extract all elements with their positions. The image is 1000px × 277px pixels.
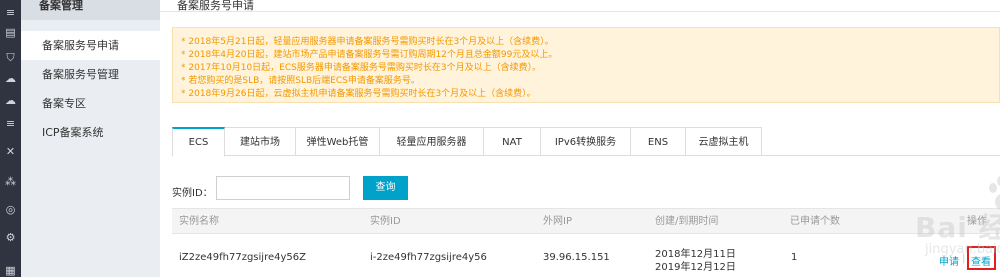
notice-line: * 2017年10月10日起，ECS服务器申请备案服务号需购买时长在3个月及以上… xyxy=(181,63,542,73)
main-panel: 备案服务号申请 * 2018年5月21日起，轻量应用服务器申请备案服务号需购买时… xyxy=(160,0,1000,277)
notice-line: * 若您购买的是SLB，请按照SLB后端ECS申请备案服务号。 xyxy=(181,76,420,86)
sidebar-item-zone[interactable]: 备案专区 xyxy=(21,89,160,118)
grid-icon[interactable]: ▦ xyxy=(4,264,17,277)
menu-icon[interactable]: ≡ xyxy=(4,6,17,19)
instance-name: iZ2ze49fh77zgsijre4y56Z xyxy=(179,252,306,263)
product-tabs: ECS 建站市场 弹性Web托管 轻量应用服务器 NAT IPv6转换服务 EN… xyxy=(172,127,1000,157)
instance-id-input[interactable] xyxy=(216,176,350,200)
sidebar-title: 备案管理 xyxy=(39,0,83,12)
watermark-brand: Bai 经验 xyxy=(915,211,1000,244)
tab-ecs[interactable]: ECS xyxy=(172,127,225,157)
sidebar: 备案管理 备案服务号申请 备案服务号管理 备案专区 ICP备案系统 xyxy=(21,0,160,277)
notice-line: * 2018年9月26日起，云虚拟主机申请备案服务号需购买时长在3个月及以上（含… xyxy=(181,89,536,99)
public-ip: 39.96.15.151 xyxy=(543,252,610,263)
list-icon[interactable]: ▤ xyxy=(4,26,17,39)
close-icon[interactable]: ✕ xyxy=(4,145,17,158)
column-header: 已申请个数 xyxy=(790,216,840,227)
tab-virtual-host[interactable]: 云虚拟主机 xyxy=(686,127,762,156)
expire-date: 2019年12月12日 xyxy=(655,262,736,273)
sidebar-header: 备案管理 xyxy=(21,0,160,20)
icon-bar: ≡ ▤ ⛉ ☁ ☁ ≡ ✕ ⁂ ◎ ⚙ ▦ xyxy=(0,0,21,277)
globe-icon[interactable]: ◎ xyxy=(4,203,17,216)
settings-icon[interactable]: ⚙ xyxy=(4,231,17,244)
bars-icon[interactable]: ≡ xyxy=(4,117,17,130)
column-header: 实例名称 xyxy=(179,216,219,227)
instance-id: i-2ze49fh77zgsijre4y56 xyxy=(370,252,487,263)
tab-lightweight-server[interactable]: 轻量应用服务器 xyxy=(380,127,484,156)
tab-ens[interactable]: ENS xyxy=(631,127,686,156)
search-button[interactable]: 查询 xyxy=(363,176,408,200)
tab-nat[interactable]: NAT xyxy=(484,127,541,156)
cloud-upload-icon[interactable]: ☁ xyxy=(4,94,17,107)
tab-ipv6[interactable]: IPv6转换服务 xyxy=(541,127,631,156)
nodes-icon[interactable]: ⁂ xyxy=(4,175,17,188)
applied-count: 1 xyxy=(791,252,798,263)
table-header: 实例名称 实例ID 外网IP 创建/到期时间 已申请个数 操作 xyxy=(172,208,1000,234)
title-divider xyxy=(160,11,1000,12)
column-header: 外网IP xyxy=(543,216,572,227)
watermark-url: jingyan.baidu.com xyxy=(925,242,1000,257)
notice-line: * 2018年4月20日起，建站市场产品申请备案服务号需订购周期12个月且总金额… xyxy=(181,50,558,60)
column-header: 创建/到期时间 xyxy=(655,216,719,227)
notice-line: * 2018年5月21日起，轻量应用服务器申请备案服务号需购买时长在3个月及以上… xyxy=(181,37,554,47)
search-label: 实例ID： xyxy=(172,188,213,199)
sidebar-item-icp[interactable]: ICP备案系统 xyxy=(21,118,160,147)
watermark: Bai 经验 jingyan.baidu.com xyxy=(905,176,1000,276)
sidebar-item-apply[interactable]: 备案服务号申请 xyxy=(21,31,160,60)
cloud-icon[interactable]: ☁ xyxy=(4,72,17,85)
shield-icon[interactable]: ⛉ xyxy=(4,51,17,64)
tab-web-hosting[interactable]: 弹性Web托管 xyxy=(296,127,380,156)
notice-box: * 2018年5月21日起，轻量应用服务器申请备案服务号需购买时长在3个月及以上… xyxy=(172,27,1000,103)
column-header: 实例ID xyxy=(370,216,401,227)
sidebar-item-manage[interactable]: 备案服务号管理 xyxy=(21,60,160,89)
tab-site-market[interactable]: 建站市场 xyxy=(225,127,296,156)
